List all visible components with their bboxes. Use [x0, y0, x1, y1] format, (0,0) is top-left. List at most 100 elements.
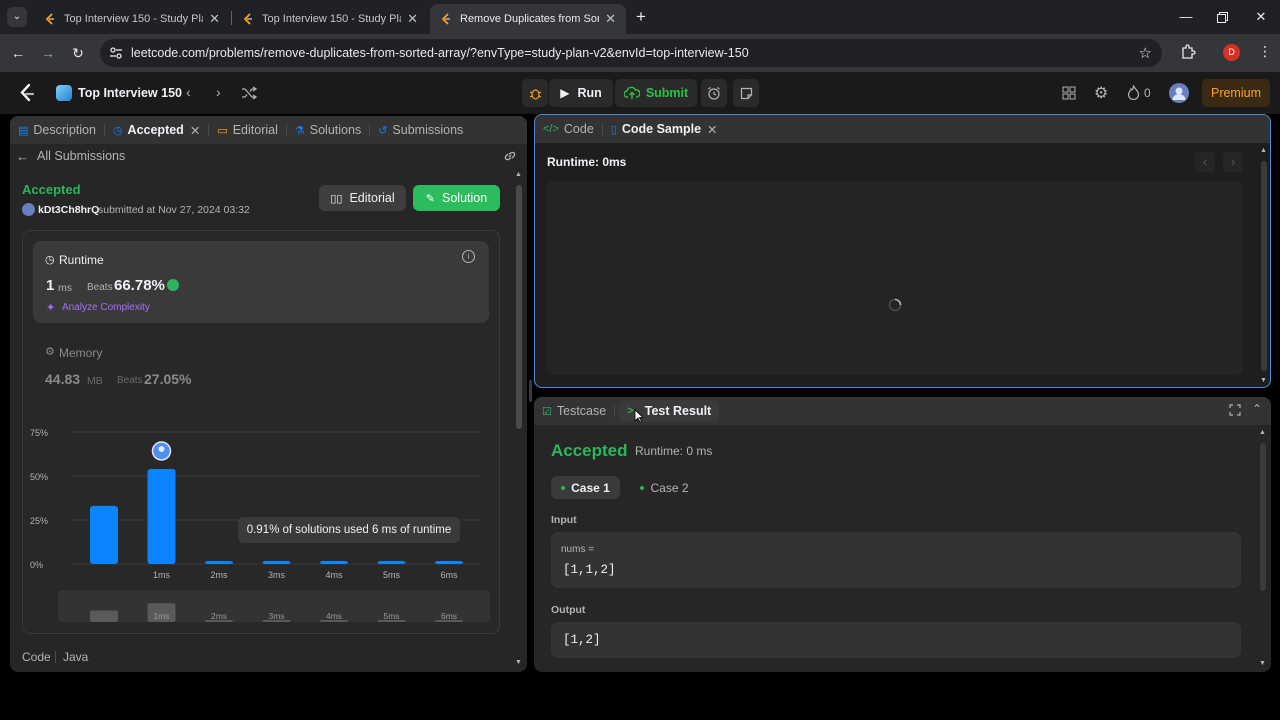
submit-button[interactable]: Submit [615, 79, 697, 107]
editorial-button[interactable]: ▯▯ Editorial [319, 185, 406, 211]
chart-x-tick-label: 6ms [440, 570, 458, 580]
leetcode-logo-icon[interactable] [18, 83, 36, 103]
play-icon: ▶ [560, 86, 570, 100]
profile-avatar[interactable]: D [1223, 44, 1240, 61]
info-icon[interactable]: i [462, 250, 475, 263]
scrollbar-thumb[interactable] [1261, 161, 1267, 371]
previous-sample-icon[interactable]: ‹ [1195, 152, 1215, 172]
scroll-down-icon[interactable]: ▼ [1260, 377, 1267, 384]
chart-x-tick-label: 3ms [268, 570, 286, 580]
submitted-time: submitted at Nov 27, 2024 03:32 [98, 204, 250, 216]
tab-code[interactable]: </> Code [535, 115, 602, 143]
close-tab-icon[interactable]: ✕ [707, 122, 717, 137]
chart-x-tick-label: 4ms [325, 570, 343, 580]
test-result-panel: ☑ Testcase >_ Test Result ⌃ Accepted Run… [534, 397, 1271, 672]
reload-icon[interactable]: ↻ [68, 43, 88, 63]
browser-tab-1[interactable]: Top Interview 150 - Study Plan ✕ [34, 4, 230, 34]
browser-tab-active[interactable]: Remove Duplicates from Sorted Array ✕ [430, 4, 626, 34]
tab-testcase[interactable]: ☑ Testcase [534, 397, 614, 425]
next-sample-icon[interactable]: › [1223, 152, 1243, 172]
restore-icon[interactable] [1212, 8, 1232, 26]
previous-problem-icon[interactable]: ‹ [186, 84, 191, 100]
tab-submissions[interactable]: ↺ Submissions [370, 116, 471, 144]
test-panel-scrollbar[interactable]: ▲ ▼ [1259, 427, 1267, 670]
file-icon: ▯ [610, 123, 617, 136]
chart-bar [90, 505, 118, 564]
expand-icon[interactable] [1229, 404, 1241, 416]
scrollbar-thumb[interactable] [516, 185, 522, 429]
memory-unit: MB [87, 375, 103, 387]
close-tab-icon[interactable]: ✕ [605, 11, 616, 27]
all-submissions-link[interactable]: ← All Submissions [16, 148, 125, 164]
solution-button[interactable]: ✎ Solution [413, 185, 500, 211]
shuffle-icon[interactable] [241, 85, 258, 101]
chart-bar [435, 561, 463, 564]
chart-bar [262, 561, 291, 564]
collapse-panel-icon[interactable]: ⌃ [1252, 402, 1262, 416]
scroll-up-icon[interactable]: ▲ [1260, 147, 1267, 154]
study-plan-title[interactable]: Top Interview 150 [78, 86, 182, 100]
premium-button[interactable]: Premium [1202, 79, 1270, 107]
streak-flame-icon[interactable] [1127, 83, 1141, 101]
panel-resize-handle[interactable] [529, 380, 532, 402]
close-window-icon[interactable]: ✕ [1251, 8, 1271, 26]
alarm-button[interactable] [701, 79, 727, 107]
site-settings-icon[interactable] [109, 45, 123, 61]
scroll-down-icon[interactable]: ▼ [1259, 660, 1266, 667]
tab-editorial[interactable]: ▭ Editorial [209, 116, 286, 144]
user-avatar[interactable] [22, 203, 35, 216]
analyze-complexity-link[interactable]: Analyze Complexity [62, 302, 150, 313]
close-tab-icon[interactable]: ✕ [209, 11, 220, 27]
layout-grid-icon[interactable] [1062, 86, 1076, 100]
share-link-icon[interactable] [503, 149, 517, 163]
checkbox-icon: ☑ [542, 405, 552, 418]
input-value: [1,1,2] [563, 563, 616, 577]
close-tab-icon[interactable]: ✕ [407, 11, 418, 27]
address-bar[interactable]: leetcode.com/problems/remove-duplicates-… [100, 39, 1162, 67]
gear-icon[interactable]: ⚙ [1094, 83, 1108, 103]
code-panel: </> Code ▯ Code Sample ✕ Runtime: 0ms ‹ … [534, 114, 1271, 388]
browser-tab-2[interactable]: Top Interview 150 - Study Plan ✕ [232, 4, 428, 34]
tab-solutions[interactable]: ⚗ Solutions [287, 116, 369, 144]
back-arrow-icon[interactable]: ← [8, 43, 28, 63]
code-panel-scrollbar[interactable]: ▲ ▼ [1260, 145, 1268, 387]
new-tab-button[interactable]: + [632, 7, 650, 27]
case-1-tab[interactable]: Case 1 [551, 476, 620, 499]
runtime-beats-value: 66.78% [114, 277, 165, 294]
chart-minimap-label: 3ms [268, 611, 284, 621]
user-avatar[interactable] [1169, 83, 1189, 103]
memory-value: 44.83 [45, 371, 81, 387]
scroll-down-icon[interactable]: ▼ [515, 659, 522, 666]
submit-label: Submit [645, 86, 689, 100]
scroll-up-icon[interactable]: ▲ [1259, 429, 1266, 436]
minimize-icon[interactable]: — [1176, 8, 1196, 26]
tab-code-sample[interactable]: ▯ Code Sample ✕ [603, 115, 726, 143]
back-arrow-icon: ← [16, 148, 29, 164]
submitter-username[interactable]: kDt3Ch8hrQ [38, 204, 99, 216]
debug-button[interactable] [522, 79, 548, 107]
tab-accepted[interactable]: ◷ Accepted ✕ [105, 116, 208, 144]
left-panel-scrollbar[interactable]: ▲ ▼ [515, 171, 523, 671]
browser-menu-icon[interactable]: ⋮ [1258, 43, 1272, 60]
tab-search-button[interactable]: ⌄ [7, 7, 27, 27]
book-icon: ▯▯ [330, 192, 343, 205]
clock-icon: ◷ [112, 124, 123, 137]
chart-x-tick-label: 5ms [383, 570, 401, 580]
output-label: Output [551, 604, 586, 616]
scrollbar-thumb[interactable] [1260, 443, 1266, 591]
bookmark-star-icon[interactable]: ☆ [1139, 44, 1152, 62]
close-tab-icon[interactable]: ✕ [190, 123, 200, 138]
runtime-card[interactable]: ◷ Runtime i 1 ms Beats 66.78% ✦ Analyze … [33, 241, 489, 323]
forward-arrow-icon[interactable]: → [38, 43, 58, 63]
case-2-tab[interactable]: Case 2 [630, 476, 699, 499]
extensions-icon[interactable] [1180, 44, 1196, 60]
notes-button[interactable] [733, 79, 759, 107]
scroll-up-icon[interactable]: ▲ [515, 171, 522, 178]
tab-description[interactable]: ▤ Description [10, 116, 104, 144]
run-label: Run [577, 86, 602, 100]
bug-icon [529, 88, 541, 100]
next-problem-icon[interactable]: › [216, 84, 221, 100]
memory-label: Memory [59, 346, 103, 360]
run-button[interactable]: ▶ Run [549, 79, 613, 107]
clock-icon: ◷ [45, 254, 55, 266]
